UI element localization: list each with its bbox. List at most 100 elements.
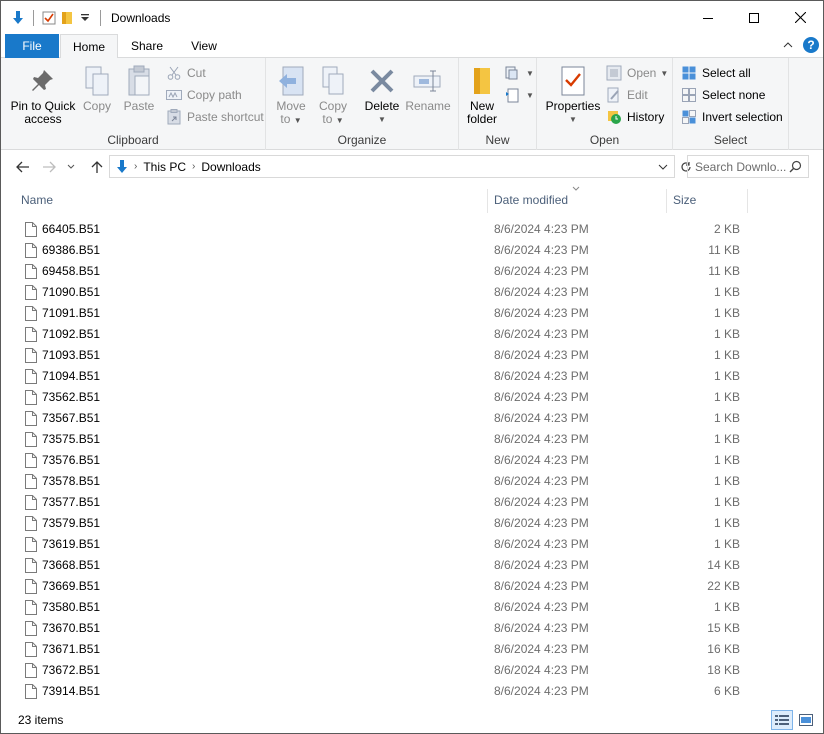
up-button[interactable] xyxy=(85,155,109,179)
back-button[interactable] xyxy=(11,155,35,179)
breadcrumb-downloads[interactable]: Downloads xyxy=(201,160,260,174)
sort-descending-chevron-icon xyxy=(572,184,580,193)
file-row[interactable]: 73576.B51 8/6/2024 4:23 PM 1 KB xyxy=(1,450,823,471)
copy-to-icon xyxy=(317,64,349,98)
file-row[interactable]: 69458.B51 8/6/2024 4:23 PM 11 KB xyxy=(1,261,823,282)
customize-qat-chevron-icon[interactable] xyxy=(76,9,94,27)
column-header-size[interactable]: Size xyxy=(667,187,747,213)
invert-selection-button[interactable]: Invert selection xyxy=(681,107,783,127)
file-date-modified: 8/6/2024 4:23 PM xyxy=(494,621,589,635)
copy-to-button[interactable]: Copy to ▼ xyxy=(316,64,350,127)
file-row[interactable]: 73669.B51 8/6/2024 4:23 PM 22 KB xyxy=(1,576,823,597)
open-button[interactable]: Open ▼ xyxy=(606,63,668,83)
rename-label: Rename xyxy=(405,99,451,113)
file-icon xyxy=(25,306,37,321)
file-row[interactable]: 73578.B51 8/6/2024 4:23 PM 1 KB xyxy=(1,471,823,492)
open-label: Open xyxy=(627,66,657,80)
file-row[interactable]: 73619.B51 8/6/2024 4:23 PM 1 KB xyxy=(1,534,823,555)
large-icons-view-button[interactable] xyxy=(795,710,817,730)
file-row[interactable]: 71090.B51 8/6/2024 4:23 PM 1 KB xyxy=(1,282,823,303)
address-dropdown-chevron-icon[interactable] xyxy=(658,160,668,174)
breadcrumb-chevron-icon[interactable]: › xyxy=(192,161,195,172)
select-all-icon xyxy=(681,65,697,81)
rename-button[interactable]: Rename xyxy=(405,64,451,113)
breadcrumb-this-pc[interactable]: This PC xyxy=(143,160,186,174)
cut-button[interactable]: Cut xyxy=(166,63,206,83)
tab-home[interactable]: Home xyxy=(60,34,118,59)
column-divider[interactable] xyxy=(747,189,748,213)
new-folder-icon[interactable] xyxy=(58,9,76,27)
file-row[interactable]: 73670.B51 8/6/2024 4:23 PM 15 KB xyxy=(1,618,823,639)
history-button[interactable]: History xyxy=(606,107,664,127)
pin-to-quick-access-button[interactable]: Pin to Quick access xyxy=(9,64,77,126)
file-date-modified: 8/6/2024 4:23 PM xyxy=(494,537,589,551)
address-bar[interactable]: › This PC › Downloads xyxy=(109,155,675,178)
file-row[interactable]: 66405.B51 8/6/2024 4:23 PM 2 KB xyxy=(1,219,823,240)
copy-path-icon xyxy=(166,87,182,103)
edit-button[interactable]: Edit xyxy=(606,85,648,105)
new-folder-button[interactable]: New folder xyxy=(464,64,500,126)
file-date-modified: 8/6/2024 4:23 PM xyxy=(494,579,589,593)
open-dropdown-icon: ▼ xyxy=(660,68,669,78)
file-icon xyxy=(25,327,37,342)
delete-button[interactable]: Delete ▼ xyxy=(364,64,400,126)
forward-button[interactable] xyxy=(37,155,61,179)
file-row[interactable]: 73567.B51 8/6/2024 4:23 PM 1 KB xyxy=(1,408,823,429)
tab-share[interactable]: Share xyxy=(119,34,175,58)
move-to-icon xyxy=(275,64,307,98)
file-row[interactable]: 73672.B51 8/6/2024 4:23 PM 18 KB xyxy=(1,660,823,681)
help-icon[interactable]: ? xyxy=(803,37,819,53)
easy-access-button[interactable]: ▼ xyxy=(505,85,534,105)
close-button[interactable] xyxy=(777,1,823,34)
file-row[interactable]: 73668.B51 8/6/2024 4:23 PM 14 KB xyxy=(1,555,823,576)
copy-button[interactable]: Copy xyxy=(79,64,115,113)
move-to-button[interactable]: Move to ▼ xyxy=(274,64,308,127)
maximize-button[interactable] xyxy=(731,1,777,34)
paste-button[interactable]: Paste xyxy=(121,64,157,113)
new-item-button[interactable]: ▼ xyxy=(505,63,534,83)
select-none-button[interactable]: Select none xyxy=(681,85,765,105)
file-row[interactable]: 73671.B51 8/6/2024 4:23 PM 16 KB xyxy=(1,639,823,660)
column-header-name[interactable]: Name xyxy=(15,187,487,213)
file-size: 11 KB xyxy=(708,264,740,278)
search-box[interactable]: Search Downlo... xyxy=(687,155,809,178)
copy-path-button[interactable]: Copy path xyxy=(166,85,242,105)
file-row[interactable]: 73914.B51 8/6/2024 4:23 PM 6 KB xyxy=(1,681,823,702)
details-view-button[interactable] xyxy=(771,710,793,730)
minimize-button[interactable] xyxy=(685,1,731,34)
title-bar: Downloads xyxy=(1,1,823,34)
file-icon xyxy=(25,453,37,468)
properties-check-icon[interactable] xyxy=(40,9,58,27)
file-name: 73668.B51 xyxy=(42,558,101,572)
file-row[interactable]: 73575.B51 8/6/2024 4:23 PM 1 KB xyxy=(1,429,823,450)
delete-x-icon xyxy=(366,64,398,98)
file-icon xyxy=(25,474,37,489)
easy-access-icon xyxy=(505,87,521,103)
file-row[interactable]: 73577.B51 8/6/2024 4:23 PM 1 KB xyxy=(1,492,823,513)
paste-shortcut-button[interactable]: Paste shortcut xyxy=(166,107,264,127)
file-date-modified: 8/6/2024 4:23 PM xyxy=(494,369,589,383)
properties-button[interactable]: Properties ▼ xyxy=(545,64,601,126)
file-row[interactable]: 71093.B51 8/6/2024 4:23 PM 1 KB xyxy=(1,345,823,366)
edit-label: Edit xyxy=(627,88,648,102)
file-row[interactable]: 73580.B51 8/6/2024 4:23 PM 1 KB xyxy=(1,597,823,618)
file-row[interactable]: 73562.B51 8/6/2024 4:23 PM 1 KB xyxy=(1,387,823,408)
file-name: 73578.B51 xyxy=(42,474,101,488)
file-row[interactable]: 71094.B51 8/6/2024 4:23 PM 1 KB xyxy=(1,366,823,387)
file-row[interactable]: 71091.B51 8/6/2024 4:23 PM 1 KB xyxy=(1,303,823,324)
downloads-arrow-icon[interactable] xyxy=(9,9,27,27)
file-row[interactable]: 69386.B51 8/6/2024 4:23 PM 11 KB xyxy=(1,240,823,261)
recent-locations-chevron-icon[interactable] xyxy=(63,155,79,179)
file-date-modified: 8/6/2024 4:23 PM xyxy=(494,411,589,425)
breadcrumb-chevron-icon[interactable]: › xyxy=(134,161,137,172)
tab-view[interactable]: View xyxy=(177,34,231,58)
file-row[interactable]: 73579.B51 8/6/2024 4:23 PM 1 KB xyxy=(1,513,823,534)
select-all-button[interactable]: Select all xyxy=(681,63,751,83)
file-size: 1 KB xyxy=(713,285,740,299)
file-date-modified: 8/6/2024 4:23 PM xyxy=(494,243,589,257)
file-name: 71090.B51 xyxy=(42,285,101,299)
collapse-ribbon-chevron-icon[interactable] xyxy=(783,38,793,52)
new-item-icon xyxy=(505,65,521,81)
file-row[interactable]: 71092.B51 8/6/2024 4:23 PM 1 KB xyxy=(1,324,823,345)
tab-file[interactable]: File xyxy=(5,34,59,58)
